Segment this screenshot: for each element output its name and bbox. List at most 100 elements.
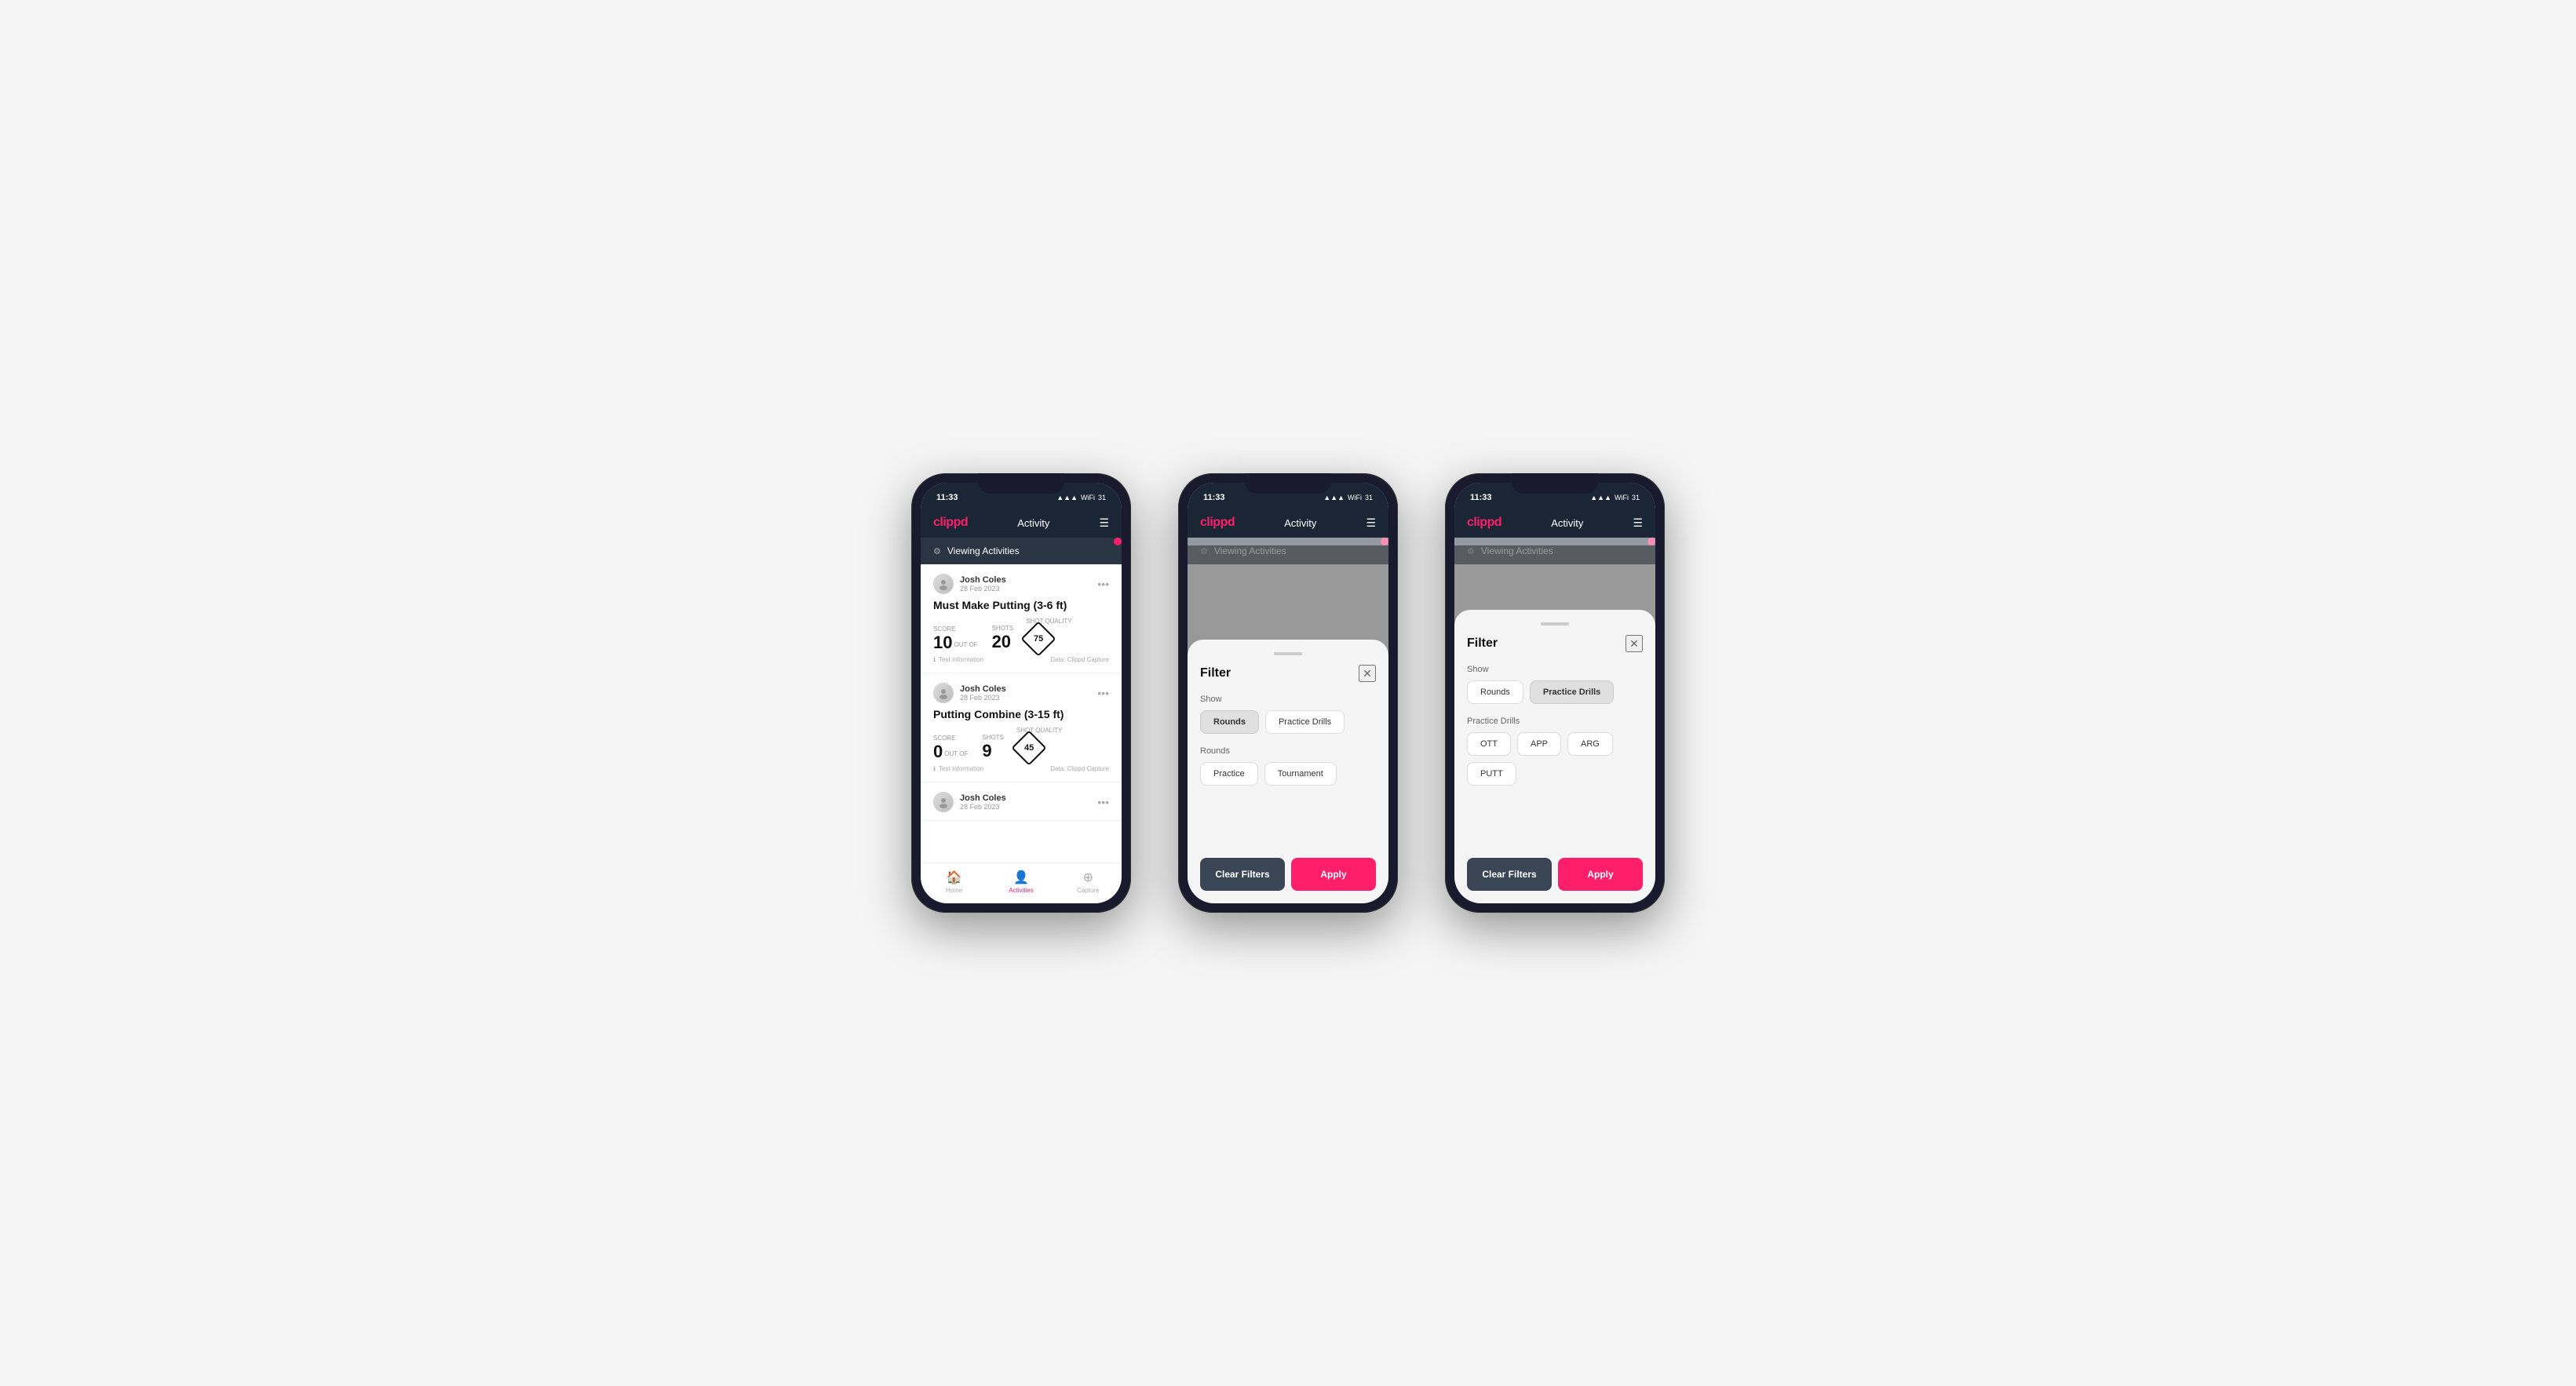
user-meta-1: Josh Coles 28 Feb 2023 [960, 575, 1006, 593]
clear-filters-button-3[interactable]: Clear Filters [1467, 858, 1552, 891]
sq-value-2: 45 [1024, 743, 1034, 753]
app-header-2: clippd Activity ☰ [1188, 509, 1388, 538]
viewing-bar-text-1: Viewing Activities [947, 545, 1020, 556]
home-label-1: Home [946, 887, 962, 894]
tournament-btn-2[interactable]: Tournament [1264, 762, 1337, 786]
viewing-dot-1 [1114, 538, 1122, 545]
hamburger-icon-1[interactable]: ☰ [1099, 516, 1109, 530]
user-meta-3: Josh Coles 28 Feb 2023 [960, 793, 1006, 811]
avatar-inner-2 [934, 684, 953, 702]
activities-icon-1: 👤 [1013, 870, 1029, 885]
rounds-tab-3[interactable]: Rounds [1467, 680, 1523, 704]
modal-header-2: Filter ✕ [1200, 665, 1376, 682]
sq-value-1: 75 [1034, 634, 1043, 644]
shots-value-2: 9 [982, 741, 991, 760]
practice-drills-tab-2[interactable]: Practice Drills [1265, 710, 1345, 734]
shot-quality-stat-1: Shot Quality 75 [1026, 618, 1072, 651]
out-of-2: OUT OF [944, 751, 968, 757]
status-time-1: 11:33 [936, 493, 958, 502]
sq-label-1: Shot Quality [1026, 618, 1072, 625]
apply-button-2[interactable]: Apply [1291, 858, 1376, 891]
avatar-inner-1 [934, 574, 953, 593]
rounds-tab-2[interactable]: Rounds [1200, 710, 1259, 734]
test-info-2: ℹ Test Information [933, 765, 983, 772]
card-header-2: Josh Coles 28 Feb 2023 ••• [933, 683, 1109, 703]
user-date-3: 28 Feb 2023 [960, 803, 1006, 811]
close-button-2[interactable]: ✕ [1359, 665, 1376, 682]
logo-1: clippd [933, 516, 968, 530]
info-icon-2: ℹ [933, 765, 936, 772]
battery-icon-1: 31 [1098, 494, 1106, 502]
more-dots-1[interactable]: ••• [1097, 578, 1109, 590]
user-date-1: 28 Feb 2023 [960, 585, 1006, 593]
out-of-1: OUT OF [954, 642, 977, 648]
activity-card-3: Josh Coles 28 Feb 2023 ••• [921, 782, 1122, 821]
show-options-3: Rounds Practice Drills [1467, 680, 1643, 704]
header-title-2: Activity [1284, 517, 1316, 529]
phone-2-screen: 11:33 ▲▲▲ WiFi 31 clippd Activity ☰ ⚙ Vi… [1188, 483, 1388, 903]
phone-3-screen: 11:33 ▲▲▲ WiFi 31 clippd Activity ☰ ⚙ Vi… [1454, 483, 1655, 903]
stats-row-2: Score 0 OUT OF Shots 9 Shot Quality [933, 727, 1109, 760]
phone-3-notch [1512, 473, 1598, 494]
modal-title-3: Filter [1467, 636, 1498, 651]
card-header-3: Josh Coles 28 Feb 2023 ••• [933, 792, 1109, 812]
score-value-2: 0 [933, 743, 943, 760]
capture-label-1: Capture [1077, 887, 1099, 894]
phone-1-notch [978, 473, 1064, 494]
test-info-1: ℹ Test Information [933, 656, 983, 663]
clear-filters-button-2[interactable]: Clear Filters [1200, 858, 1285, 891]
user-info-2: Josh Coles 28 Feb 2023 [933, 683, 1006, 703]
app-btn-3[interactable]: APP [1517, 732, 1561, 756]
apply-button-3[interactable]: Apply [1558, 858, 1643, 891]
activity-card-1: Josh Coles 28 Feb 2023 ••• Must Make Put… [921, 564, 1122, 673]
user-date-2: 28 Feb 2023 [960, 694, 1006, 702]
show-label-3: Show [1467, 665, 1643, 674]
sq-badge-1: 75 [1020, 621, 1056, 656]
more-dots-3[interactable]: ••• [1097, 796, 1109, 808]
avatar-inner-3 [934, 793, 953, 812]
data-source-1: Data: Clippd Capture [1050, 656, 1109, 663]
ott-btn-3[interactable]: OTT [1467, 732, 1511, 756]
logo-2: clippd [1200, 516, 1235, 530]
card-title-1: Must Make Putting (3-6 ft) [933, 599, 1109, 611]
practice-btn-2[interactable]: Practice [1200, 762, 1258, 786]
sq-label-2: Shot Quality [1016, 727, 1063, 734]
header-title-3: Activity [1551, 517, 1583, 529]
modal-handle-3 [1541, 622, 1569, 626]
filter-modal-3: Filter ✕ Show Rounds Practice Drills Pra… [1454, 610, 1655, 903]
rounds-section-label-2: Rounds [1200, 746, 1376, 756]
signal-icon-3: ▲▲▲ [1590, 494, 1611, 502]
more-dots-2[interactable]: ••• [1097, 687, 1109, 699]
wifi-icon-1: WiFi [1081, 494, 1095, 502]
modal-handle-2 [1274, 652, 1302, 655]
info-text-2: Test Information [939, 765, 983, 772]
arg-btn-3[interactable]: ARG [1567, 732, 1613, 756]
hamburger-icon-2[interactable]: ☰ [1366, 516, 1376, 530]
shots-stat-2: Shots 9 [982, 734, 1004, 760]
info-text-1: Test Information [939, 656, 983, 663]
close-button-3[interactable]: ✕ [1626, 635, 1643, 652]
phone-2: 11:33 ▲▲▲ WiFi 31 clippd Activity ☰ ⚙ Vi… [1178, 473, 1398, 913]
shots-label-1: Shots [992, 625, 1014, 632]
nav-home-1[interactable]: 🏠 Home [921, 870, 987, 894]
activity-list-1: Josh Coles 28 Feb 2023 ••• Must Make Put… [921, 564, 1122, 868]
phone-1-screen: 11:33 ▲▲▲ WiFi 31 clippd Activity ☰ ⚙ Vi… [921, 483, 1122, 903]
practice-drills-tab-3[interactable]: Practice Drills [1530, 680, 1614, 704]
modal-actions-2: Clear Filters Apply [1200, 858, 1376, 891]
app-header-1: clippd Activity ☰ [921, 509, 1122, 538]
putt-btn-3[interactable]: PUTT [1467, 762, 1516, 786]
shots-stat-1: Shots 20 [992, 625, 1014, 651]
user-meta-2: Josh Coles 28 Feb 2023 [960, 684, 1006, 702]
signal-icon-2: ▲▲▲ [1323, 494, 1345, 502]
score-label-1: Score [933, 626, 980, 633]
filter-modal-2: Filter ✕ Show Rounds Practice Drills Rou… [1188, 640, 1388, 903]
score-stat-2: Score 0 OUT OF [933, 735, 969, 760]
hamburger-icon-3[interactable]: ☰ [1633, 516, 1643, 530]
nav-capture-1[interactable]: ⊕ Capture [1055, 870, 1122, 894]
scene: 11:33 ▲▲▲ WiFi 31 clippd Activity ☰ ⚙ Vi… [864, 426, 1712, 960]
nav-activities-1[interactable]: 👤 Activities [987, 870, 1054, 894]
score-label-2: Score [933, 735, 969, 742]
viewing-bar-1[interactable]: ⚙ Viewing Activities [921, 538, 1122, 564]
user-info-3: Josh Coles 28 Feb 2023 [933, 792, 1006, 812]
card-header-1: Josh Coles 28 Feb 2023 ••• [933, 574, 1109, 594]
